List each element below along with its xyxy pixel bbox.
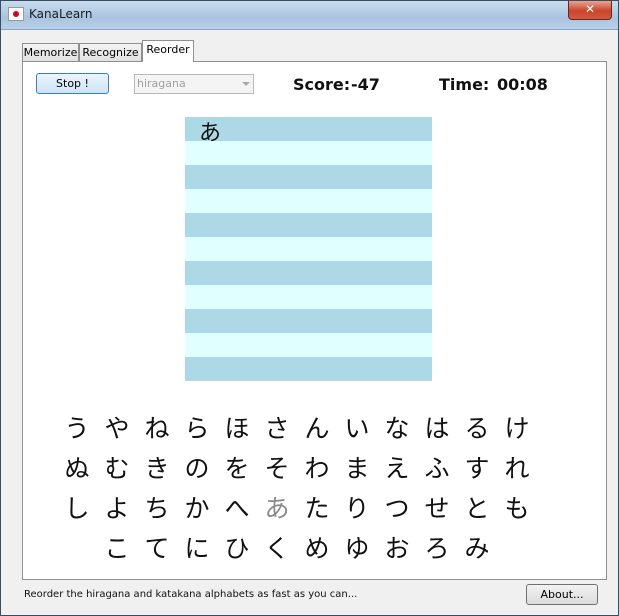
kana-tile[interactable]: の bbox=[181, 454, 213, 484]
time-label: Time: bbox=[439, 75, 490, 94]
title-bar[interactable]: KanaLearn ✕ bbox=[1, 1, 618, 30]
kana-tile[interactable]: ま bbox=[341, 454, 373, 484]
app-window: KanaLearn ✕ Memorize Recognize Reorder S… bbox=[0, 0, 619, 616]
kana-tile[interactable]: も bbox=[501, 494, 533, 524]
kana-tile[interactable]: ひ bbox=[221, 534, 253, 564]
kana-tile[interactable]: お bbox=[381, 534, 413, 564]
board-slot[interactable] bbox=[185, 261, 432, 285]
window-title: KanaLearn bbox=[29, 7, 93, 21]
board-slot[interactable] bbox=[185, 189, 432, 213]
kana-tile[interactable]: ろ bbox=[421, 534, 453, 564]
kana-tile[interactable]: に bbox=[181, 534, 213, 564]
kana-tile[interactable]: ら bbox=[181, 414, 213, 444]
client-area: Memorize Recognize Reorder Stop ! hiraga… bbox=[8, 31, 611, 609]
board-slot[interactable] bbox=[185, 333, 432, 357]
kana-tile[interactable]: り bbox=[341, 494, 373, 524]
kana-tile[interactable]: あ bbox=[261, 494, 293, 524]
tab-recognize[interactable]: Recognize bbox=[79, 43, 142, 61]
kana-tile[interactable]: き bbox=[141, 454, 173, 484]
board-slot[interactable] bbox=[185, 213, 432, 237]
kana-tile[interactable]: ほ bbox=[221, 414, 253, 444]
board-slot[interactable] bbox=[185, 237, 432, 261]
kana-tile[interactable]: を bbox=[221, 454, 253, 484]
kana-tile[interactable]: む bbox=[101, 454, 133, 484]
board-slot[interactable] bbox=[185, 309, 432, 333]
kana-tile[interactable]: て bbox=[141, 534, 173, 564]
time-value: 00:08 bbox=[497, 75, 548, 94]
tab-memorize[interactable]: Memorize bbox=[22, 43, 79, 61]
score-value: -47 bbox=[351, 75, 380, 94]
kana-tile[interactable]: ふ bbox=[421, 454, 453, 484]
alphabet-select-value: hiragana bbox=[137, 77, 186, 90]
board-slot[interactable] bbox=[185, 141, 432, 165]
kana-tile[interactable]: え bbox=[381, 454, 413, 484]
kana-tile[interactable]: な bbox=[381, 414, 413, 444]
kana-tile[interactable]: こ bbox=[101, 534, 133, 564]
stop-button[interactable]: Stop ! bbox=[36, 73, 109, 94]
kana-tile[interactable]: め bbox=[301, 534, 333, 564]
kana-tile[interactable]: く bbox=[261, 534, 293, 564]
alphabet-select[interactable]: hiragana bbox=[134, 74, 254, 94]
kana-tile[interactable]: と bbox=[461, 494, 493, 524]
kana-tile[interactable]: よ bbox=[101, 494, 133, 524]
kana-tile[interactable]: し bbox=[61, 494, 93, 524]
kana-tile[interactable]: や bbox=[101, 414, 133, 444]
kana-tile[interactable]: れ bbox=[501, 454, 533, 484]
board-slot[interactable] bbox=[185, 285, 432, 309]
kana-tile[interactable]: い bbox=[341, 414, 373, 444]
kana-tile[interactable]: ぬ bbox=[61, 454, 93, 484]
kana-tile[interactable]: る bbox=[461, 414, 493, 444]
kana-tile[interactable]: か bbox=[181, 494, 213, 524]
japan-flag-icon bbox=[8, 7, 24, 21]
kana-tile[interactable]: ん bbox=[301, 414, 333, 444]
kana-tile[interactable]: う bbox=[61, 414, 93, 444]
kana-tile[interactable]: へ bbox=[221, 494, 253, 524]
kana-tile[interactable]: さ bbox=[261, 414, 293, 444]
status-text: Reorder the hiragana and katakana alphab… bbox=[24, 589, 358, 600]
about-button[interactable]: About... bbox=[526, 584, 598, 605]
kana-tile[interactable]: せ bbox=[421, 494, 453, 524]
board-slot[interactable] bbox=[185, 357, 432, 381]
board-slot[interactable] bbox=[185, 117, 432, 141]
kana-tile[interactable]: わ bbox=[301, 454, 333, 484]
kana-tile[interactable]: た bbox=[301, 494, 333, 524]
reorder-panel: Stop ! hiragana Score: -47 Time: 00:08 あ… bbox=[22, 61, 607, 580]
board-slot[interactable] bbox=[185, 165, 432, 189]
kana-tile[interactable]: み bbox=[461, 534, 493, 564]
kana-tile[interactable]: つ bbox=[381, 494, 413, 524]
reorder-board[interactable] bbox=[185, 117, 432, 381]
kana-tile[interactable]: け bbox=[501, 414, 533, 444]
kana-tile[interactable]: は bbox=[421, 414, 453, 444]
chevron-down-icon bbox=[242, 82, 250, 86]
kana-tile[interactable]: ね bbox=[141, 414, 173, 444]
close-button[interactable]: ✕ bbox=[568, 1, 612, 20]
kana-tile[interactable]: ゆ bbox=[341, 534, 373, 564]
kana-tile[interactable]: す bbox=[461, 454, 493, 484]
placed-kana[interactable]: あ bbox=[199, 115, 221, 147]
kana-tile[interactable]: ち bbox=[141, 494, 173, 524]
tab-reorder[interactable]: Reorder bbox=[142, 40, 194, 62]
score-label: Score: bbox=[293, 75, 351, 94]
kana-tile[interactable]: そ bbox=[261, 454, 293, 484]
